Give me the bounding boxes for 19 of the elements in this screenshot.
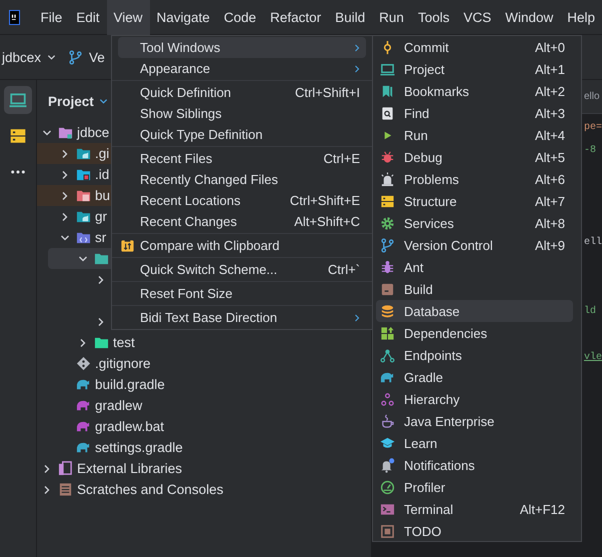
tree-item-label: gr xyxy=(95,209,108,224)
code-text: -8 xyxy=(584,145,596,156)
code-text: pe= xyxy=(584,122,602,133)
tree-item-label: gradlew.bat xyxy=(95,419,164,434)
tree-item-label: settings.gradle xyxy=(95,440,183,455)
tree-item-label: build.gradle xyxy=(95,377,165,392)
tree-item-label: External Libraries xyxy=(77,461,182,476)
code-text: vle xyxy=(584,352,602,363)
code-text: ell xyxy=(584,237,602,248)
tree-item-label: bu xyxy=(95,188,110,203)
tree-item-label: test xyxy=(113,335,135,350)
tree-item-label: .id xyxy=(95,167,110,182)
tree-item-label: jdbce xyxy=(77,125,110,140)
tree-item-label: .gitignore xyxy=(95,356,151,371)
tree-item-label: gradlew xyxy=(95,398,142,413)
tree-item-label: .gi xyxy=(95,146,110,161)
tree-item-label: Scratches and Consoles xyxy=(77,482,224,497)
tree-item-label: sr xyxy=(95,230,106,245)
code-text: ld xyxy=(584,306,596,317)
